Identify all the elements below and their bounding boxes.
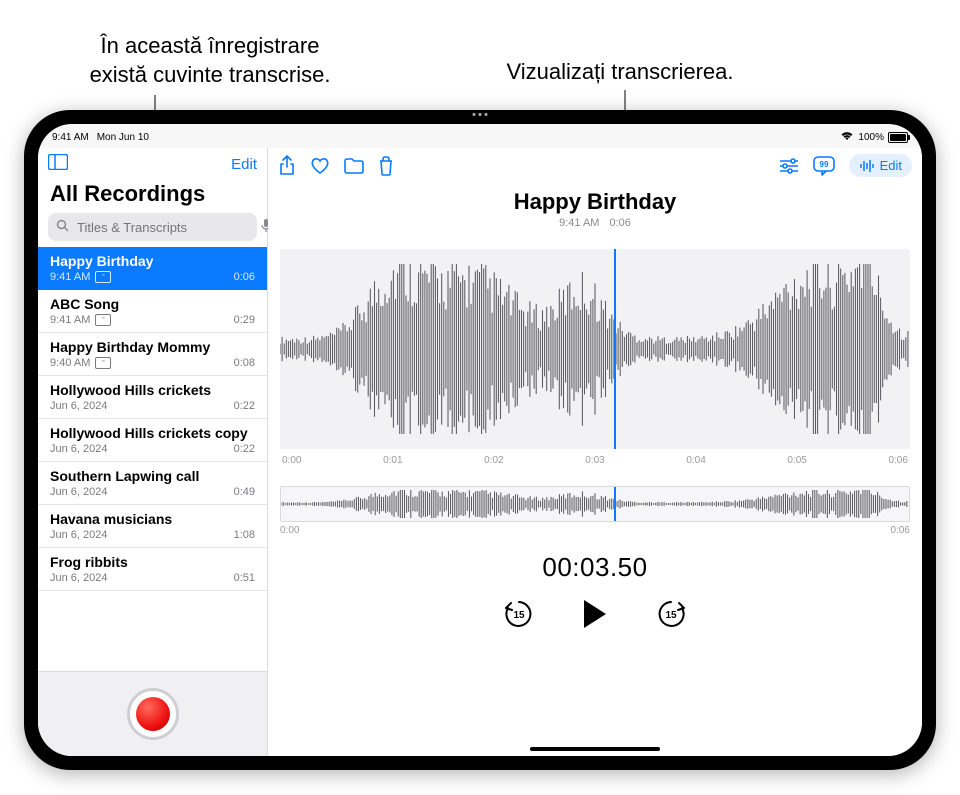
time-tick: 0:06 [888, 455, 907, 466]
record-icon [136, 697, 170, 731]
time-tick: 0:05 [787, 455, 806, 466]
annotation-transcript-exists: În această înregistrare există cuvinte t… [60, 32, 360, 89]
recording-row-duration: 0:22 [234, 443, 255, 455]
recording-row-time: Jun 6, 2024 [50, 529, 108, 541]
ipad-device-frame: 9:41 AM Mon Jun 10 100% [24, 110, 936, 770]
time-tick: 0:04 [686, 455, 705, 466]
home-indicator[interactable] [530, 747, 660, 751]
move-to-folder-button[interactable] [344, 158, 364, 174]
recording-row-time: Jun 6, 2024 [50, 572, 108, 584]
recording-row[interactable]: Hollywood Hills crickets Jun 6, 2024 0:22 [38, 376, 267, 419]
play-button[interactable] [580, 597, 610, 631]
search-field[interactable] [48, 213, 257, 241]
waveform-icon [859, 159, 875, 173]
time-tick: 0:01 [383, 455, 402, 466]
status-time: 9:41 AM [52, 132, 89, 143]
recording-row-title: Frog ribbits [50, 554, 255, 570]
magnifying-glass-icon [56, 219, 69, 235]
screen: 9:41 AM Mon Jun 10 100% [38, 124, 922, 756]
favorite-button[interactable] [310, 157, 330, 175]
sidebar-edit-button[interactable]: Edit [231, 156, 257, 173]
recording-row-title: Happy Birthday Mommy [50, 339, 255, 355]
svg-text:15: 15 [513, 610, 525, 621]
recording-row-title: Hollywood Hills crickets copy [50, 425, 255, 441]
transcript-badge-icon: ” [95, 271, 111, 283]
view-transcript-button[interactable]: 99 [813, 156, 835, 176]
waveform-large[interactable] [280, 249, 910, 449]
annotation-view-transcript: Vizualizați transcrierea. [470, 58, 770, 87]
recording-row[interactable]: Southern Lapwing call Jun 6, 2024 0:49 [38, 462, 267, 505]
recording-row-time: 9:41 AM [50, 314, 90, 326]
recording-row-time: 9:40 AM [50, 357, 90, 369]
recording-row[interactable]: Hollywood Hills crickets copy Jun 6, 2024… [38, 419, 267, 462]
recording-title[interactable]: Happy Birthday [268, 189, 922, 215]
transcript-badge-icon: ” [95, 314, 111, 326]
recording-row[interactable]: Happy Birthday Mommy 9:40 AM ” 0:08 [38, 333, 267, 376]
edit-label: Edit [880, 158, 902, 173]
recording-row-title: Happy Birthday [50, 253, 255, 269]
edit-recording-button[interactable]: Edit [849, 154, 912, 177]
search-input[interactable] [75, 219, 255, 236]
status-bar: 9:41 AM Mon Jun 10 100% [38, 124, 922, 148]
time-tick: 0:03 [585, 455, 604, 466]
sidebar-title: All Recordings [38, 177, 267, 213]
recording-row-duration: 0:06 [234, 271, 255, 283]
sidebar-footer [38, 671, 267, 756]
sidebar-toggle-button[interactable] [48, 154, 68, 175]
rewind-15-button[interactable]: 15 [502, 597, 536, 631]
recording-row-time: Jun 6, 2024 [50, 486, 108, 498]
forward-15-button[interactable]: 15 [654, 597, 688, 631]
record-button[interactable] [127, 688, 179, 740]
recording-row[interactable]: Happy Birthday 9:41 AM ” 0:06 [38, 247, 267, 290]
playhead[interactable] [614, 249, 616, 449]
recording-row-duration: 0:49 [234, 486, 255, 498]
recording-row-duration: 0:51 [234, 572, 255, 584]
recording-row[interactable]: Havana musicians Jun 6, 2024 1:08 [38, 505, 267, 548]
waveform-overview[interactable] [280, 486, 910, 522]
recording-row-duration: 0:22 [234, 400, 255, 412]
recording-row-title: Southern Lapwing call [50, 468, 255, 484]
sidebar: Edit All Recordings Happy Birthday 9:41 A… [38, 148, 268, 756]
transcript-badge-icon: ” [95, 357, 111, 369]
recording-row-time: Jun 6, 2024 [50, 443, 108, 455]
svg-text:15: 15 [665, 610, 677, 621]
recording-row-title: Havana musicians [50, 511, 255, 527]
battery-percent: 100% [858, 132, 884, 143]
status-date: Mon Jun 10 [97, 132, 149, 143]
overview-start-label: 0:00 [280, 525, 299, 536]
recording-row[interactable]: Frog ribbits Jun 6, 2024 0:51 [38, 548, 267, 591]
recording-row-duration: 0:08 [234, 357, 255, 369]
svg-text:99: 99 [819, 160, 828, 169]
time-tick: 0:02 [484, 455, 503, 466]
share-button[interactable] [278, 155, 296, 177]
main-panel: 99 Edit Happy Birthday [268, 148, 922, 756]
playhead-time: 00:03.50 [268, 552, 922, 583]
recording-row-duration: 0:29 [234, 314, 255, 326]
time-tick: 0:00 [282, 455, 301, 466]
recording-row[interactable]: ABC Song 9:41 AM ” 0:29 [38, 290, 267, 333]
delete-button[interactable] [378, 156, 394, 176]
overview-playhead[interactable] [614, 487, 616, 521]
wifi-icon [840, 131, 854, 144]
recording-row-title: ABC Song [50, 296, 255, 312]
recording-row-title: Hollywood Hills crickets [50, 382, 255, 398]
recording-row-time: 9:41 AM [50, 271, 90, 283]
recording-row-duration: 1:08 [234, 529, 255, 541]
playback-options-button[interactable] [779, 158, 799, 174]
recording-time: 9:41 AM [559, 217, 599, 229]
recording-duration: 0:06 [609, 217, 630, 229]
recording-row-time: Jun 6, 2024 [50, 400, 108, 412]
overview-end-label: 0:06 [891, 525, 910, 536]
battery-icon [888, 132, 908, 143]
